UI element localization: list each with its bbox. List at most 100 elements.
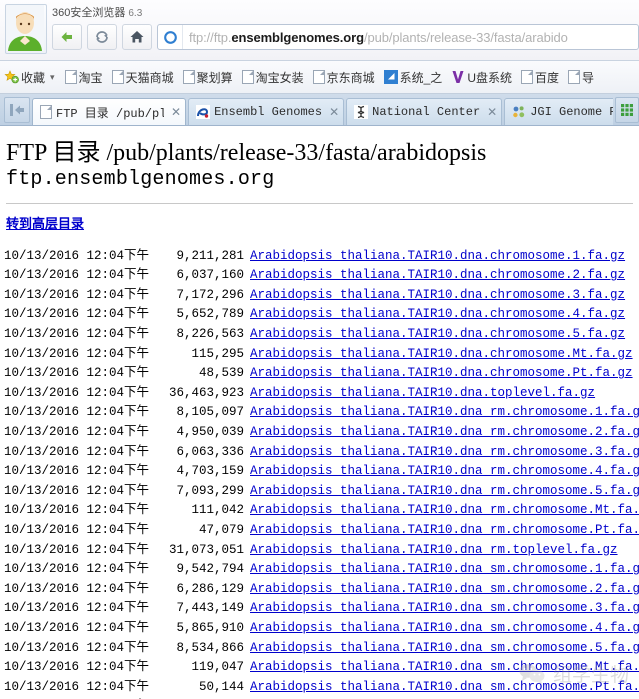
tab-close-icon[interactable]: ✕ (329, 105, 339, 119)
file-link[interactable]: Arabidopsis_thaliana.TAIR10.dna_rm.chrom… (250, 425, 639, 439)
file-size: 4,950,039 (176, 425, 244, 439)
bookmarks-dropdown-caret[interactable]: ▾ (50, 72, 55, 83)
refresh-button[interactable] (87, 24, 117, 50)
back-button[interactable] (52, 24, 82, 50)
blue-arrow-icon (383, 70, 398, 84)
browser-tab-label: FTP 目录 /pub/pl (56, 106, 164, 121)
bookmark-favorites[interactable]: 收藏 (4, 69, 45, 86)
home-button[interactable] (122, 24, 152, 50)
grid-icon (621, 104, 633, 116)
file-date: 10/13/2016 12:04下午 (4, 405, 150, 420)
file-link[interactable]: Arabidopsis_thaliana.TAIR10.dna_rm.chrom… (250, 445, 639, 459)
file-link[interactable]: Arabidopsis_thaliana.TAIR10.dna_sm.chrom… (250, 641, 639, 655)
sidebar-toggle-button[interactable] (4, 97, 30, 123)
file-link[interactable]: Arabidopsis_thaliana.TAIR10.dna_sm.chrom… (250, 621, 639, 635)
bookmark-item[interactable]: 京东商城 (312, 69, 375, 86)
page-icon (182, 70, 195, 84)
tab-strip: FTP 目录 /pub/pl ✕ Ensembl Genomes ✕ National … (32, 98, 613, 125)
parent-directory-link[interactable]: 转到高层目录 (6, 213, 84, 232)
file-date: 10/13/2016 12:04下午 (4, 425, 150, 439)
bookmark-item[interactable]: U盘系统 (451, 69, 512, 86)
file-link[interactable]: Arabidopsis_thaliana.TAIR10.dna_rm.chrom… (250, 523, 639, 537)
page-icon (111, 70, 124, 84)
file-size: 9,542,794 (176, 562, 244, 577)
file-link[interactable]: Arabidopsis_thaliana.TAIR10.dna_sm.chrom… (250, 680, 639, 694)
file-size: 8,534,866 (176, 640, 244, 655)
file-size: 115,295 (191, 346, 244, 361)
jgi-dots-icon (513, 106, 525, 118)
bookmark-item[interactable]: 淘宝 (64, 69, 103, 86)
url-prefix: ftp://ftp. (189, 29, 232, 45)
file-row: 10/13/2016 12:04下午 6,063,336 Arabidopsis_t… (0, 443, 639, 463)
file-size: 6,286,129 (176, 581, 244, 596)
file-date: 10/13/2016 12:04下午 (4, 601, 150, 616)
file-date: 10/13/2016 12:04下午 (4, 620, 150, 635)
bookmark-list: 淘宝 天猫商城 聚划算 淘宝女装 京东商城 系统_之 U盘系统 百度 导 (64, 69, 603, 86)
file-size: 7,093,299 (176, 483, 244, 498)
file-row: 10/13/2016 12:04下午 8,534,866 Arabidopsis_t… (0, 639, 639, 659)
file-row: 10/13/2016 12:04下午 7,093,299 Arabidopsis_t… (0, 482, 639, 502)
page-content: FTP 目录 /pub/plants/release-33/fasta/arab… (0, 127, 639, 699)
bookmark-item-label: 聚划算 (196, 70, 233, 85)
file-link[interactable]: Arabidopsis_thaliana.TAIR10.dna_rm.tople… (250, 543, 618, 557)
file-row: 10/13/2016 12:04下午 48,539 Arabidopsis_thal… (0, 364, 639, 384)
file-date: 10/13/2016 12:04下午 (4, 679, 150, 694)
bookmark-item-label: 淘宝女装 (255, 70, 304, 85)
file-link[interactable]: Arabidopsis_thaliana.TAIR10.dna.chromoso… (250, 268, 625, 282)
bookmark-item[interactable]: 导 (568, 69, 594, 86)
page-title-line2: ftp.ensemblgenomes.org (6, 168, 275, 192)
file-link[interactable]: Arabidopsis_thaliana.TAIR10.dna_sm.chrom… (250, 562, 639, 576)
file-date: 10/13/2016 12:04下午 (4, 248, 150, 263)
file-link[interactable]: Arabidopsis_thaliana.TAIR10.dna_sm.chrom… (250, 601, 639, 615)
file-date: 10/13/2016 12:04下午 (4, 522, 150, 537)
file-row: 10/13/2016 12:04下午 36,463,923 Arabidopsis_… (0, 384, 639, 404)
browser-tab[interactable]: National Center ✕ (346, 98, 503, 125)
bookmark-item[interactable]: 百度 (520, 69, 559, 86)
file-row: 10/13/2016 12:04下午 6,286,129 Arabidopsis_t… (0, 580, 639, 600)
file-row: 10/13/2016 12:04下午 7,443,149 Arabidopsis_t… (0, 599, 639, 619)
browser-tab[interactable]: JGI Genome Port✕ (504, 98, 613, 125)
file-link[interactable]: Arabidopsis_thaliana.TAIR10.dna.chromoso… (250, 366, 633, 380)
file-link[interactable]: Arabidopsis_thaliana.TAIR10.dna.chromoso… (250, 249, 625, 263)
file-size: 50,144 (198, 679, 244, 694)
tab-grid-button[interactable] (615, 97, 639, 123)
file-size: 7,443,149 (176, 601, 244, 616)
file-link[interactable]: Arabidopsis_thaliana.TAIR10.dna_sm.chrom… (250, 582, 639, 596)
file-link[interactable]: Arabidopsis_thaliana.TAIR10.dna_rm.chrom… (250, 503, 639, 517)
page-icon (312, 70, 325, 84)
file-link[interactable]: Arabidopsis_thaliana.TAIR10.dna_rm.chrom… (250, 484, 639, 498)
file-row: 10/13/2016 12:04下午 8,105,097 Arabidopsis_t… (0, 403, 639, 423)
file-link[interactable]: Arabidopsis_thaliana.TAIR10.dna.chromoso… (250, 327, 625, 341)
file-size: 8,226,563 (176, 327, 244, 342)
page-icon (64, 70, 77, 84)
page-title: FTP 目录 /pub/plants/release-33/fasta/arab… (6, 139, 639, 193)
address-bar[interactable]: ftp://ftp.ensemblgenomes.org/pub/plants/… (157, 24, 639, 50)
file-link[interactable]: Arabidopsis_thaliana.TAIR10.dna_rm.chrom… (250, 405, 639, 419)
browser-tab[interactable]: FTP 目录 /pub/pl ✕ (32, 98, 187, 125)
page-icon (568, 70, 580, 84)
browser-tab[interactable]: Ensembl Genomes ✕ (188, 98, 345, 125)
tab-close-icon[interactable]: ✕ (487, 105, 497, 119)
ncbi-helix-icon (354, 105, 369, 119)
page-icon (40, 105, 52, 119)
file-row: 10/13/2016 12:04下午 9,542,794 Arabidopsis_t… (0, 560, 639, 580)
file-link[interactable]: Arabidopsis_thaliana.TAIR10.dna.chromoso… (250, 347, 633, 361)
file-link[interactable]: Arabidopsis_thaliana.TAIR10.dna_sm.chrom… (250, 660, 639, 674)
bookmark-item[interactable]: 系统_之 (383, 69, 442, 86)
page-icon (241, 70, 254, 84)
bookmark-item[interactable]: 天猫商城 (111, 69, 174, 86)
file-link[interactable]: Arabidopsis_thaliana.TAIR10.dna.chromoso… (250, 288, 625, 302)
file-link[interactable]: Arabidopsis_thaliana.TAIR10.dna.toplevel… (250, 386, 595, 400)
file-size: 5,652,789 (176, 307, 244, 322)
bookmark-item[interactable]: 淘宝女装 (241, 69, 304, 86)
file-date: 10/13/2016 12:04下午 (4, 327, 150, 342)
file-row: 10/13/2016 12:04下午 5,652,789 Arabidopsis_t… (0, 305, 639, 325)
tab-close-icon[interactable]: ✕ (171, 105, 181, 119)
bookmark-item[interactable]: 聚划算 (182, 69, 233, 86)
navigation-toolbar: ftp://ftp.ensemblgenomes.org/pub/plants/… (52, 20, 639, 54)
file-link[interactable]: Arabidopsis_thaliana.TAIR10.dna.chromoso… (250, 307, 625, 321)
file-row: 10/13/2016 12:04下午 9,211,281 Arabidopsis_t… (0, 247, 639, 267)
bookmark-item-label: U盘系统 (467, 70, 512, 85)
avatar[interactable] (5, 4, 47, 54)
file-link[interactable]: Arabidopsis_thaliana.TAIR10.dna_rm.chrom… (250, 464, 639, 478)
